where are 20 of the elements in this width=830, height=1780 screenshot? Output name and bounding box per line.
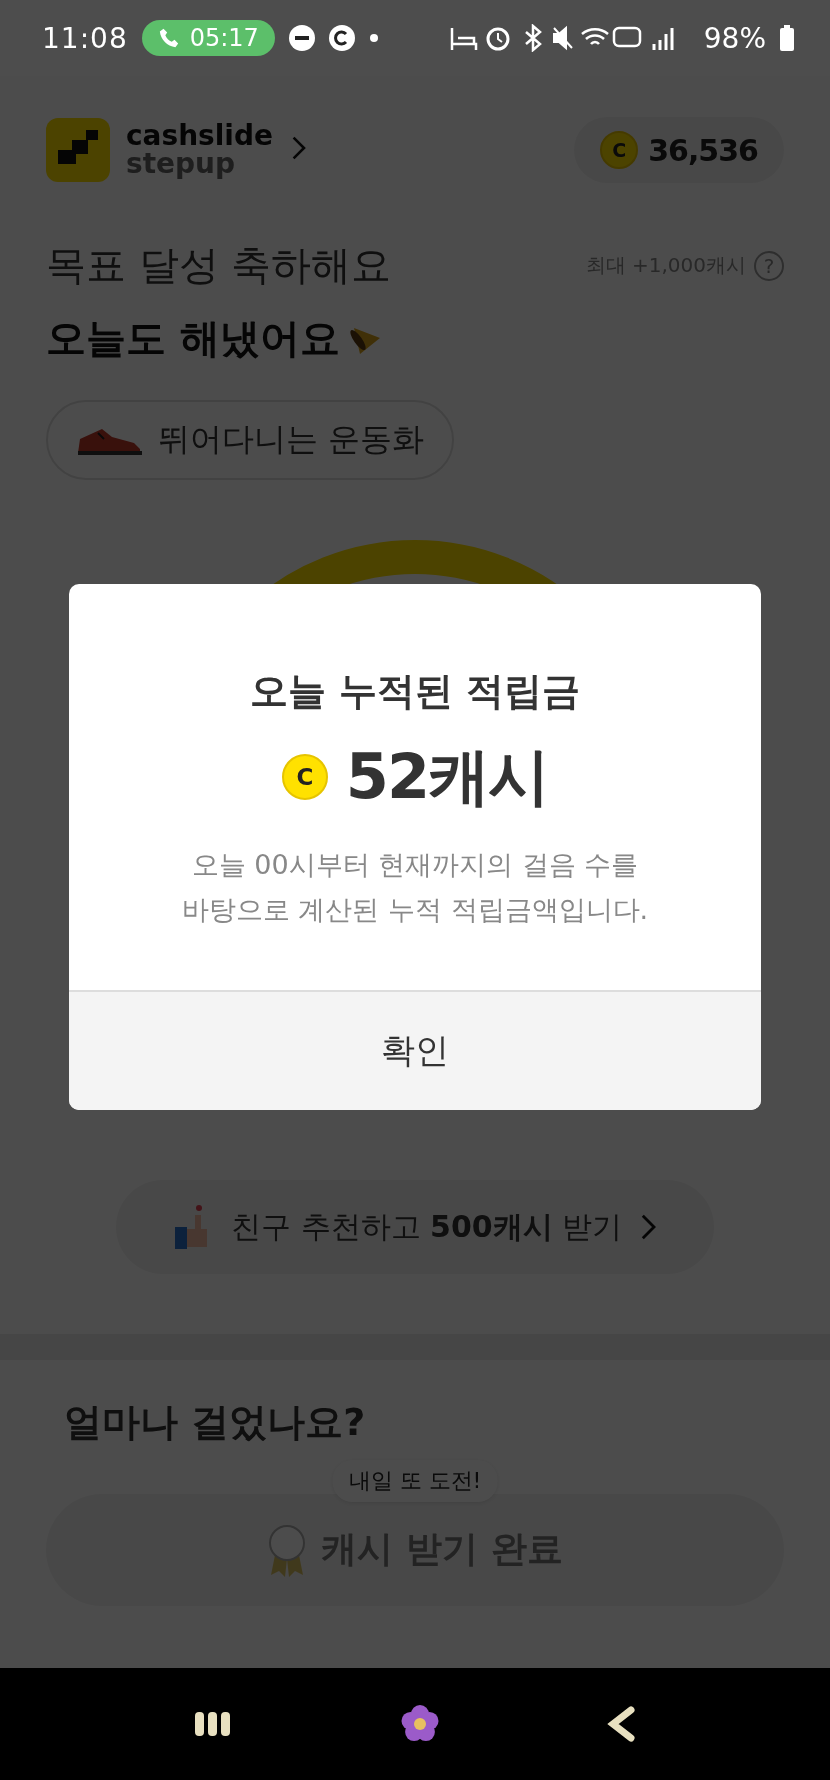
- dialog-description: 오늘 00시부터 현재까지의 걸음 수를 바탕으로 계산된 누적 적립금액입니다.: [181, 848, 649, 927]
- dot-icon: [368, 33, 379, 43]
- subtitle: 목표 달성 축하해요: [46, 241, 392, 290]
- phone-icon: [157, 27, 180, 49]
- call-timer[interactable]: 05:17: [141, 20, 275, 56]
- coin-icon: C: [281, 754, 328, 800]
- section-title: 얼마나 걸었나요?: [64, 1400, 366, 1446]
- circle-icon: [328, 25, 355, 51]
- flower-icon[interactable]: [400, 1704, 440, 1744]
- clock-time: 11:08: [42, 21, 128, 55]
- balance-amount: 36,536: [648, 132, 758, 168]
- do-not-disturb-icon: [288, 25, 315, 51]
- cash-amount: 52캐시: [345, 739, 549, 815]
- brand-name: cashslide: [126, 122, 273, 150]
- headline-title: 오늘도 해냈어요: [46, 314, 340, 363]
- battery-icon: [780, 25, 794, 51]
- dialog-title: 오늘 누적된 적립금: [249, 668, 581, 715]
- confirm-button[interactable]: 확인: [69, 990, 761, 1111]
- battery-level: 98%: [703, 21, 766, 55]
- back-icon[interactable]: [606, 1706, 637, 1742]
